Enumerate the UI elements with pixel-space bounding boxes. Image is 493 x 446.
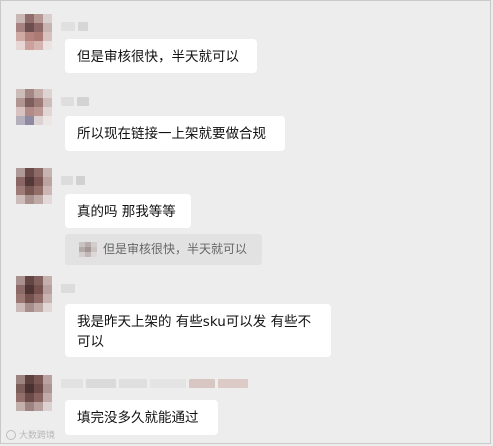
avatar[interactable] bbox=[16, 375, 52, 411]
watermark-text: 大数跨境 bbox=[19, 431, 56, 441]
message-bubble[interactable]: 我是昨天上架的 有些sku可以发 有些不可以 bbox=[65, 304, 331, 357]
watermark: 大数跨境 bbox=[6, 428, 55, 441]
watermark-logo-icon bbox=[6, 429, 16, 440]
message-bubble[interactable]: 所以现在链接一上架就要做合规 bbox=[65, 116, 285, 151]
sender-name bbox=[61, 284, 75, 293]
message-bubble[interactable]: 填完没多久就能通过 bbox=[65, 400, 218, 435]
sender-name bbox=[61, 379, 248, 388]
message-bubble[interactable]: 但是审核很快，半天就可以 bbox=[65, 39, 257, 73]
sender-name bbox=[61, 176, 85, 185]
sender-name bbox=[61, 97, 89, 106]
message-bubble[interactable]: 真的吗 那我等等 bbox=[65, 194, 191, 228]
quoted-avatar-icon bbox=[79, 242, 97, 257]
avatar[interactable] bbox=[16, 168, 52, 204]
quoted-message[interactable]: 但是审核很快，半天就可以 bbox=[65, 234, 262, 265]
avatar[interactable] bbox=[16, 89, 52, 125]
avatar[interactable] bbox=[16, 14, 52, 50]
quoted-text: 但是审核很快，半天就可以 bbox=[103, 242, 248, 256]
avatar[interactable] bbox=[16, 276, 52, 312]
sender-name bbox=[61, 22, 88, 31]
